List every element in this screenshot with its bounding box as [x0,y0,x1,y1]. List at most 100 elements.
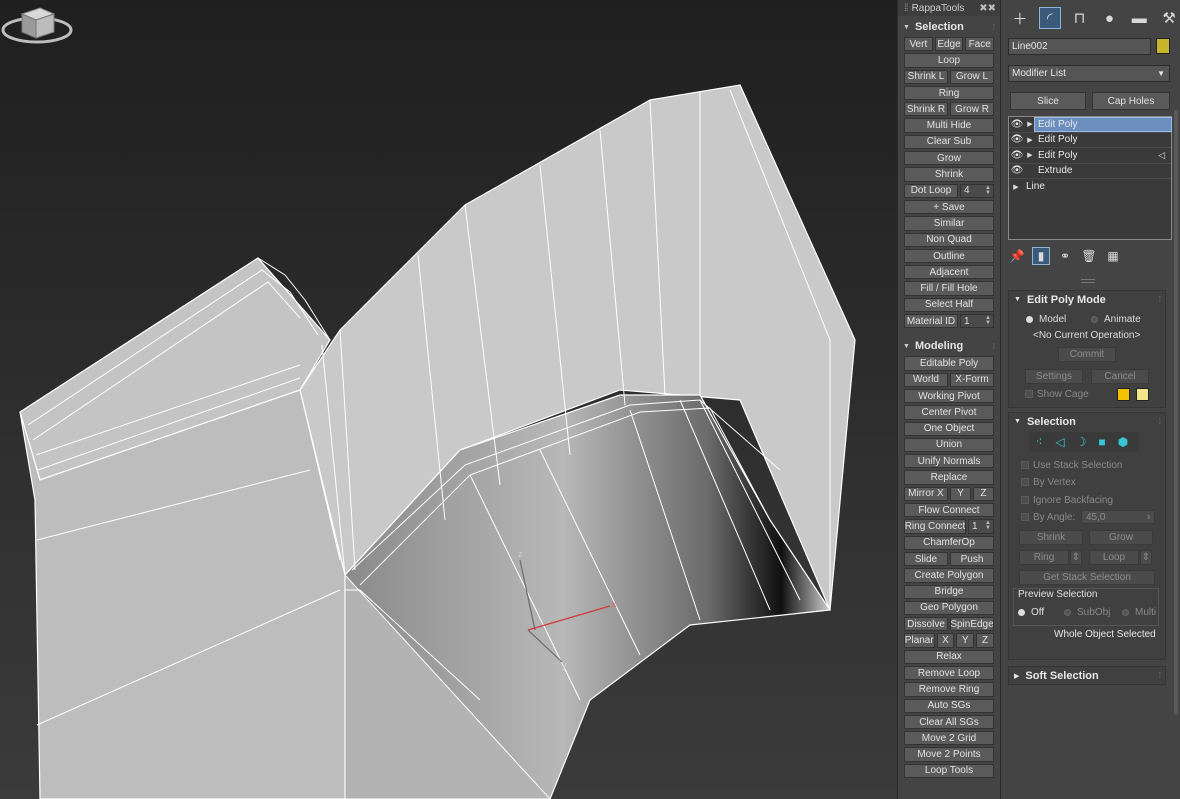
hierarchy-tab-icon[interactable]: ⊓ [1069,7,1091,29]
expand-triangle-icon[interactable]: ▶ [1025,151,1035,159]
create-polygon-button[interactable]: Create Polygon [904,568,994,583]
slice-button[interactable]: Slice [1010,92,1086,110]
replace-button[interactable]: Replace [904,470,994,485]
show-cage-checkbox[interactable]: Show Cage [1025,389,1089,400]
expand-triangle-icon[interactable]: ▶ [1025,136,1035,144]
remove-ring-button[interactable]: Remove Ring [904,682,994,697]
by-angle-checkbox[interactable]: By Angle: [1021,512,1075,523]
preview-subobj-radio[interactable]: SubObj [1064,607,1110,618]
cancel-button[interactable]: Cancel [1091,369,1149,384]
preview-off-radio[interactable]: Off [1018,607,1044,618]
rappa-selection-header[interactable]: ▼ Selection ⁞ [898,19,1000,35]
eye-icon[interactable]: 👁 [1009,165,1025,176]
xform-button[interactable]: X-Form [950,372,994,387]
remove-loop-button[interactable]: Remove Loop [904,665,994,681]
similar-button[interactable]: Similar [904,216,994,231]
by-vertex-checkbox[interactable]: By Vertex [1021,477,1076,488]
make-unique-icon[interactable]: ⚭ [1056,247,1074,265]
rappatools-titlebar[interactable]: ⁞⁞ RappaTools ✖✖ [898,0,1000,16]
cage-color-swatch-2[interactable] [1136,388,1149,401]
loop-spinner-icon[interactable]: ⇕ [1140,550,1152,565]
modify-tab-icon[interactable]: ◜ [1038,7,1061,29]
cage-color-swatch-1[interactable] [1117,388,1130,401]
push-button[interactable]: Push [950,551,994,567]
world-button[interactable]: World [904,372,948,387]
loop-button[interactable]: Loop [904,53,994,68]
object-color-swatch[interactable] [1156,38,1170,54]
cap-holes-button[interactable]: Cap Holes [1092,92,1170,110]
unify-normals-button[interactable]: Unify Normals [904,454,994,469]
expand-triangle-icon[interactable]: ▶ [1009,183,1023,191]
close-icon[interactable]: ✖✖ [979,3,996,14]
face-button[interactable]: Face [965,37,995,52]
settings-button[interactable]: Settings [1025,369,1083,384]
edge-button[interactable]: Edge [934,37,964,52]
use-stack-selection-checkbox[interactable]: Use Stack Selection [1021,460,1123,471]
mirror-z-button[interactable]: Z [972,486,994,502]
material-id-spinner[interactable]: 1 ▲ ▼ [960,314,994,329]
command-panel-scrollbar[interactable] [1174,110,1178,715]
mirror-y-button[interactable]: Y [949,486,971,502]
planar-x-button[interactable]: X [936,633,955,648]
dissolve-button[interactable]: Dissolve [904,617,948,632]
one-object-button[interactable]: One Object [904,421,994,436]
shrink-r-button[interactable]: Shrink R [904,102,948,117]
pin-stack-icon[interactable]: 📌 [1008,247,1026,265]
panel-splitter[interactable] [1081,279,1095,283]
planar-y-button[interactable]: Y [956,633,975,648]
ring-spinner-icon[interactable]: ⇕ [1070,550,1082,565]
rappa-modeling-header[interactable]: ▼ Modeling ⁞ [898,338,1000,354]
configure-sets-icon[interactable]: ▦ [1104,247,1122,265]
grow-button[interactable]: Grow [904,151,994,166]
element-subobject-icon[interactable]: ⬢ [1115,434,1131,450]
stack-item-edit-poly[interactable]: 👁 ▶ Edit Poly ◁ [1009,148,1171,164]
ring-button[interactable]: Ring [1019,550,1069,565]
select-half-button[interactable]: Select Half [904,297,994,313]
selection-header[interactable]: ▼ Selection ⁞ [1009,413,1165,430]
auto-sgs-button[interactable]: Auto SGs [904,698,994,713]
spinner-arrows-icon[interactable]: ▲ ▼ [985,315,991,326]
grow-r-button[interactable]: Grow R [950,102,994,117]
working-pivot-button[interactable]: Working Pivot [904,388,994,404]
adjacent-button[interactable]: Adjacent [904,265,994,280]
soft-selection-header[interactable]: ▶ Soft Selection ⁞ [1009,667,1165,684]
get-stack-selection-button[interactable]: Get Stack Selection [1019,570,1155,585]
chamferop-button[interactable]: ChamferOp [904,535,994,550]
grow-l-button[interactable]: Grow L [950,69,994,84]
shrink-l-button[interactable]: Shrink L [904,69,948,84]
create-tab-plus-icon[interactable]: ＋ [1009,7,1031,29]
animate-radio[interactable]: Animate [1091,314,1141,325]
loop-tools-button[interactable]: Loop Tools [904,763,994,779]
object-name-field[interactable]: Line002 [1008,38,1151,55]
clear-all-sgs-button[interactable]: Clear All SGs [904,714,994,730]
center-pivot-button[interactable]: Center Pivot [904,405,994,420]
stack-item-edit-poly[interactable]: 👁 ▶ Edit Poly [1009,133,1171,148]
fill-hole-button[interactable]: Fill / Fill Hole [904,281,994,296]
mirror-x-button[interactable]: Mirror X [904,486,948,502]
ring-connect-button[interactable]: Ring Connect [904,519,966,534]
show-end-result-icon[interactable]: ▮ [1032,247,1050,265]
preview-multi-radio[interactable]: Multi [1122,607,1156,618]
dot-loop-spinner[interactable]: 4 ▲ ▼ [960,183,994,198]
viewport-3d[interactable]: z x y [0,0,897,799]
clear-sub-button[interactable]: Clear Sub [904,134,994,150]
relax-button[interactable]: Relax [904,649,994,664]
eye-icon[interactable]: 👁 [1009,119,1025,130]
display-tab-icon[interactable]: ▬ [1128,7,1150,29]
eye-icon[interactable]: 👁 [1009,134,1025,145]
grip-icon[interactable]: ⁞⁞ [904,3,908,14]
save-selection-button[interactable]: + Save [904,199,994,215]
ring-connect-spinner[interactable]: 1 ▲ ▼ [968,519,994,534]
stack-item-extrude[interactable]: 👁 Extrude [1009,164,1171,179]
stack-item-edit-poly[interactable]: 👁 ▶ Edit Poly [1009,116,1172,133]
union-button[interactable]: Union [904,437,994,453]
spinedge-button[interactable]: SpinEdge [950,617,994,632]
move-2-grid-button[interactable]: Move 2 Grid [904,731,994,746]
shrink-button[interactable]: Shrink [1019,530,1083,545]
by-angle-spinner[interactable]: 45,0 ⇕ [1081,510,1155,524]
non-quad-button[interactable]: Non Quad [904,232,994,247]
border-subobject-icon[interactable]: ☽ [1073,434,1089,450]
outline-button[interactable]: Outline [904,248,994,264]
spinner-arrows-icon[interactable]: ⇕ [1146,514,1151,521]
grow-button[interactable]: Grow [1089,530,1153,545]
